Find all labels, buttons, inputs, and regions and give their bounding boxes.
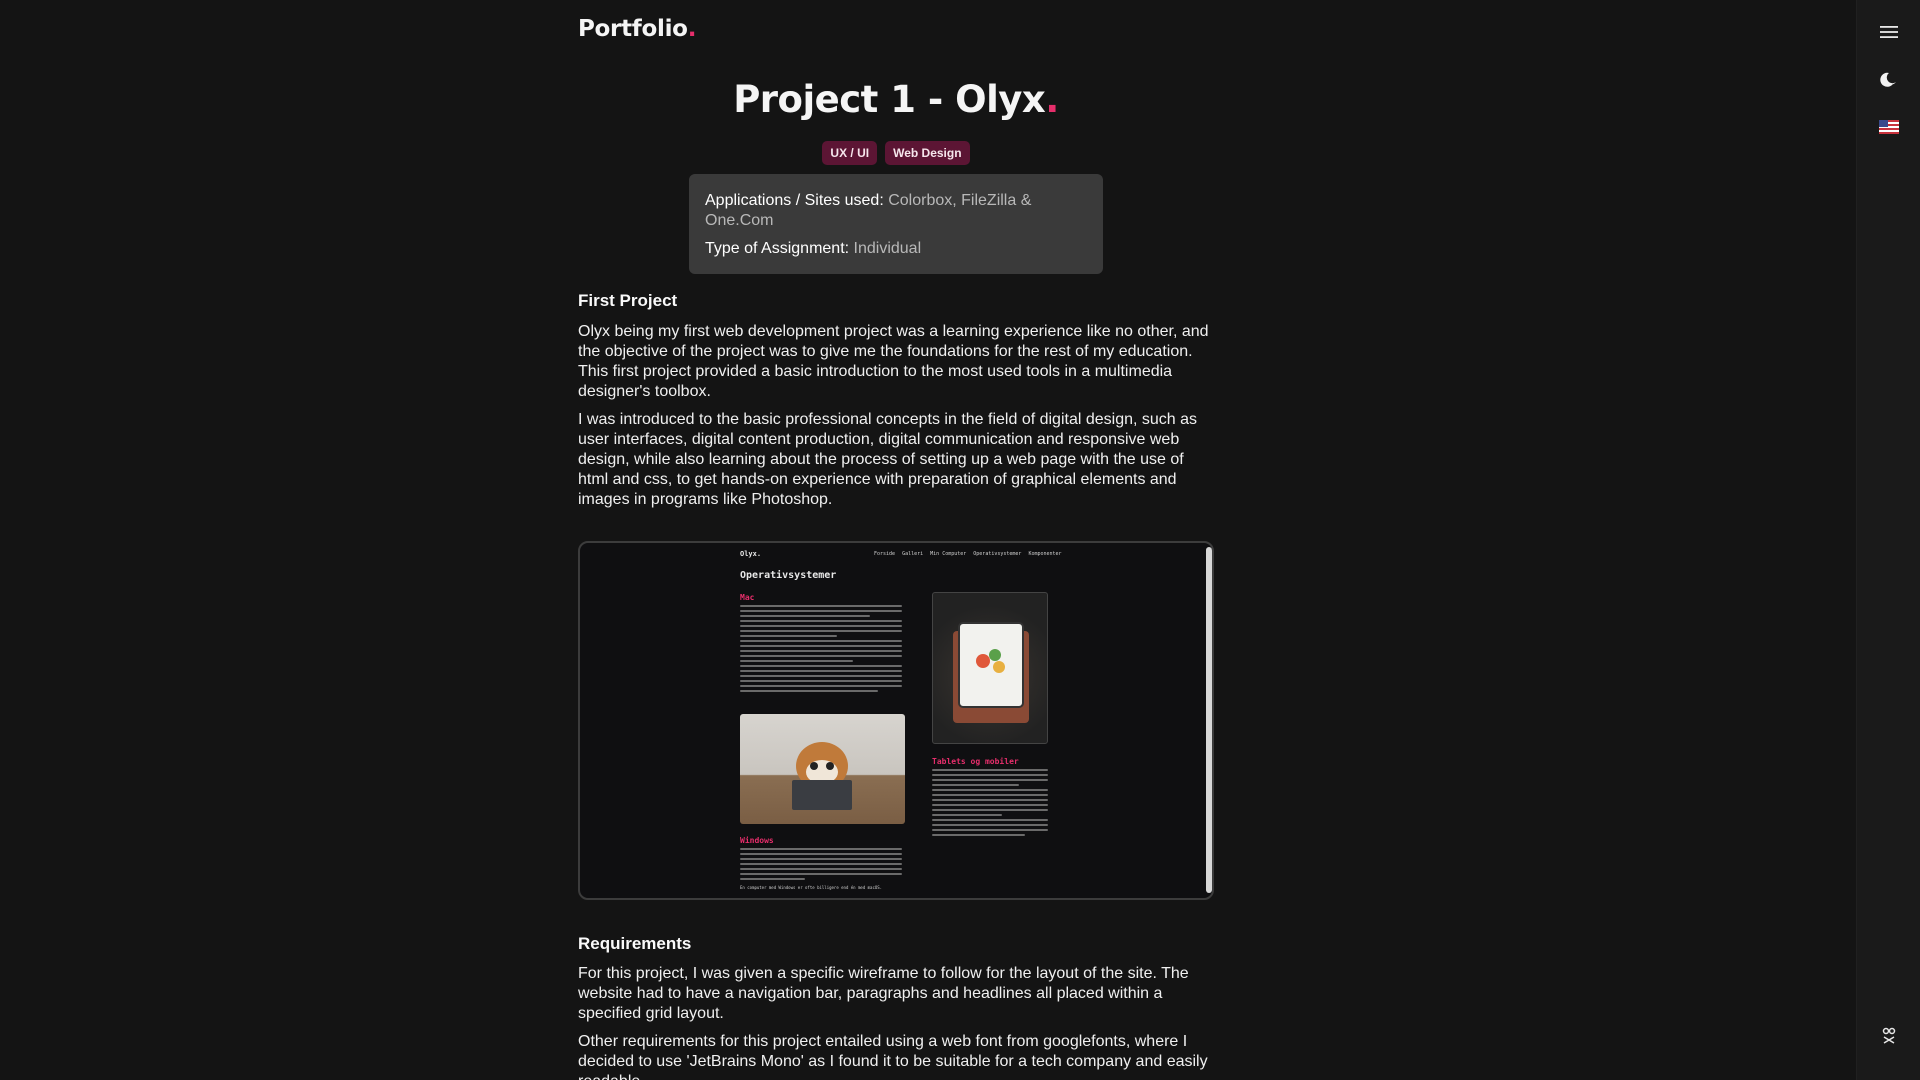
first-project-heading: First Project (578, 291, 678, 310)
requirements-paragraph-2: Other requirements for this project enta… (578, 1033, 1208, 1080)
accessibility-button[interactable] (1871, 1018, 1907, 1054)
screenshot-heading: Operativsystemer (740, 570, 837, 581)
screenshot-windows-text (740, 848, 902, 883)
accessibility-icon (1882, 1027, 1896, 1044)
language-button[interactable] (1871, 109, 1907, 145)
tag-ux-ui: UX / UI (822, 141, 878, 165)
screenshot-dog-photo (740, 714, 905, 824)
screenshot-nav: Forside Galleri Min Computer Operativsys… (874, 551, 1062, 557)
moon-icon (1880, 72, 1896, 87)
first-project-paragraph-1: Olyx being my first web development proj… (578, 323, 1209, 400)
type-line: Type of Assignment: Individual (705, 240, 922, 257)
screenshot-sub-windows: Windows (740, 836, 774, 845)
screenshot-footer-line: En computer med Windows er ofte billiger… (740, 885, 883, 890)
screenshot-mac-text (740, 605, 902, 695)
screenshot-tablet-photo (932, 592, 1048, 744)
menu-button[interactable] (1871, 14, 1907, 50)
screenshot-nav-item: Operativsystemer (973, 551, 1022, 557)
theme-toggle-button[interactable] (1871, 62, 1907, 98)
project-info-box: Applications / Sites used: Colorbox, Fil… (689, 174, 1103, 274)
menu-icon (1880, 26, 1898, 38)
screenshot-logo: Olyx. (740, 550, 762, 558)
logo-text: Portfolio (578, 16, 688, 42)
page-title: Project 1 - Olyx. (578, 78, 1214, 121)
apps-line: Applications / Sites used: Colorbox, Fil… (705, 192, 1032, 229)
apps-label: Applications / Sites used (705, 192, 880, 209)
screenshot-nav-item: Min Computer (930, 551, 967, 557)
screenshot-nav-item: Forside (874, 551, 896, 557)
page-title-text: Project 1 - Olyx (733, 78, 1046, 121)
screenshot-tablets-text (932, 769, 1048, 839)
screenshot-sub-tablets: Tablets og mobiler (932, 757, 1019, 766)
screenshot-nav-item: Komponenter (1028, 551, 1062, 557)
screenshot-scrollbar[interactable] (1206, 547, 1212, 893)
first-project-paragraph-2: I was introduced to the basic profession… (578, 411, 1198, 508)
screenshot-sub-mac: Mac (740, 593, 755, 602)
screenshot-nav-item: Galleri (902, 551, 924, 557)
tag-list: UX / UI Web Design (578, 141, 1214, 165)
project-screenshot[interactable]: Olyx. Forside Galleri Min Computer Opera… (578, 541, 1214, 900)
title-dot: . (1045, 78, 1059, 121)
portfolio-logo[interactable]: Portfolio. (578, 16, 696, 42)
type-value: Individual (853, 240, 922, 257)
requirements-heading: Requirements (578, 934, 692, 953)
type-label: Type of Assignment (705, 240, 845, 257)
logo-dot: . (687, 16, 697, 42)
us-flag-icon (1879, 120, 1899, 134)
requirements-paragraph-1: For this project, I was given a specific… (578, 965, 1189, 1022)
side-rail (1856, 0, 1920, 1080)
tag-web-design: Web Design (885, 141, 970, 165)
